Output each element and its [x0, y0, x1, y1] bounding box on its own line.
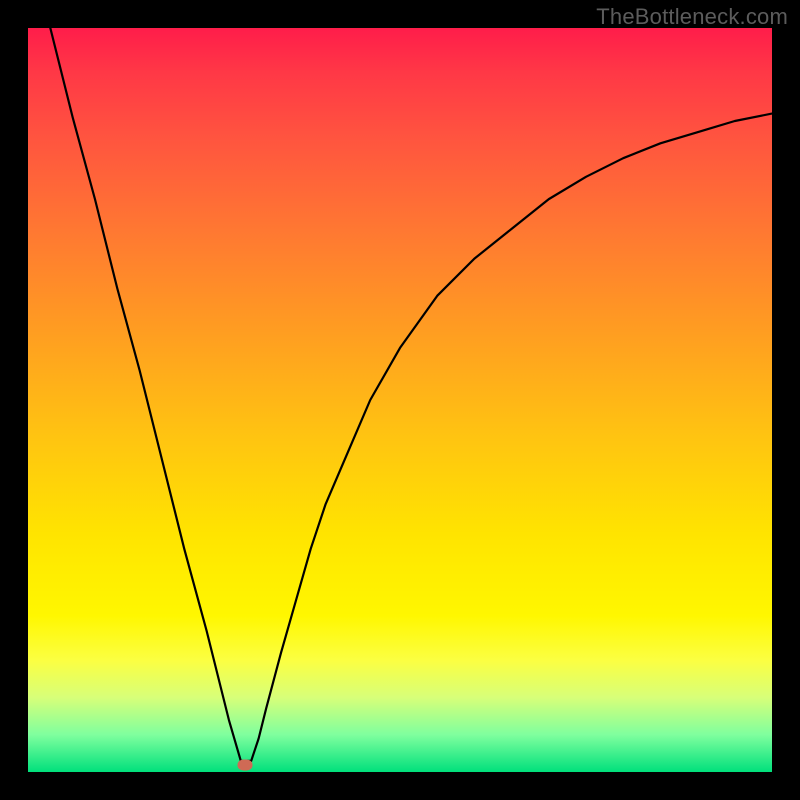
plot-area [28, 28, 772, 772]
curve-layer [28, 28, 772, 772]
bottleneck-curve [50, 28, 772, 761]
watermark-text: TheBottleneck.com [596, 4, 788, 30]
optimal-point-marker [238, 759, 253, 770]
chart-frame: TheBottleneck.com [0, 0, 800, 800]
